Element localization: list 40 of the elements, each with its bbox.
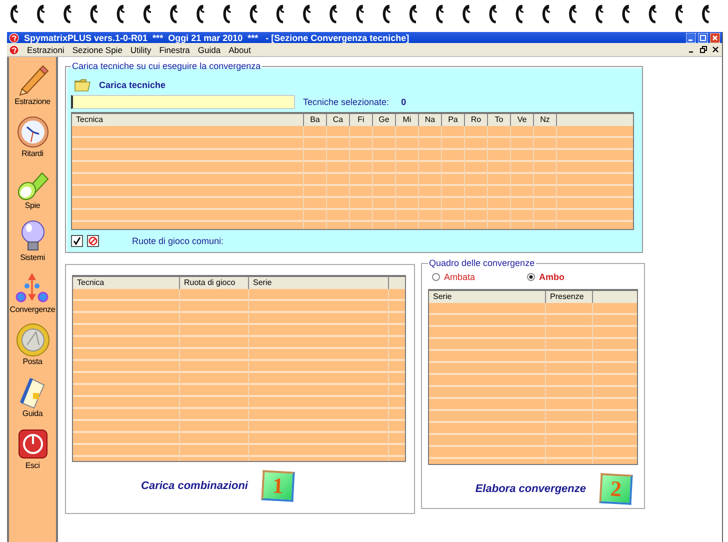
folder-icon[interactable]	[74, 78, 92, 92]
load-techniques-label[interactable]: Carica tecniche	[99, 80, 166, 90]
radio-button[interactable]: Ambata	[432, 272, 476, 282]
window-title: SpymatrixPLUS vers.1-0-R01 *** Oggi 21 mar 2010 *** - [Sezione Convergenza tecniche]	[24, 32, 410, 42]
minimize-button[interactable]	[686, 32, 696, 42]
action-label[interactable]: Carica combinazioni	[141, 480, 248, 492]
prohibited-icon[interactable]	[87, 235, 99, 248]
maximize-button[interactable]	[698, 32, 708, 42]
sidebar-item[interactable]: Esci	[25, 461, 40, 470]
restore-icon[interactable]	[699, 45, 708, 54]
menu-item[interactable]: Utility	[126, 44, 156, 54]
app-logo-icon	[9, 32, 19, 42]
action-label[interactable]: Elabora convergenze	[475, 482, 586, 495]
power-icon[interactable]	[16, 427, 50, 461]
menu-item[interactable]: Guida	[194, 44, 225, 54]
menu-item[interactable]: About	[224, 44, 255, 54]
menu-item[interactable]: Estrazioni	[23, 44, 68, 54]
sidebar-item[interactable]: Guida	[22, 409, 43, 418]
checkmark-icon[interactable]	[71, 235, 83, 248]
selected-label: Tecniche selezionate:	[303, 97, 390, 107]
sidebar-item[interactable]: Estrazione	[14, 97, 50, 106]
panel-legend: Carica tecniche su cui eseguire la convergenza	[71, 61, 262, 71]
panel-legend: Quadro delle convergenze	[428, 258, 536, 268]
common-wheels-label: Ruote di gioco comuni:	[132, 236, 224, 246]
app-logo-icon	[9, 44, 19, 54]
sidebar-item[interactable]: Spie	[24, 201, 40, 210]
sidebar-item[interactable]: Convergenze	[10, 305, 56, 314]
selected-count: 0	[401, 97, 406, 107]
close-icon[interactable]	[711, 45, 720, 54]
menu-item[interactable]: Sezione Spie	[68, 44, 126, 54]
coin-icon[interactable]	[16, 323, 50, 357]
close-button[interactable]	[710, 32, 720, 42]
radio-button[interactable]: Ambo	[527, 272, 565, 282]
input-field[interactable]	[71, 95, 295, 109]
sidebar-item[interactable]: Sistemi	[20, 253, 45, 262]
sidebar-item[interactable]: Posta	[22, 357, 42, 366]
network-diagram-icon[interactable]	[15, 271, 50, 305]
sidebar-item[interactable]: Ritardi	[22, 149, 44, 158]
clock-icon[interactable]	[16, 115, 50, 149]
menu-item[interactable]: Finestra	[155, 44, 194, 54]
